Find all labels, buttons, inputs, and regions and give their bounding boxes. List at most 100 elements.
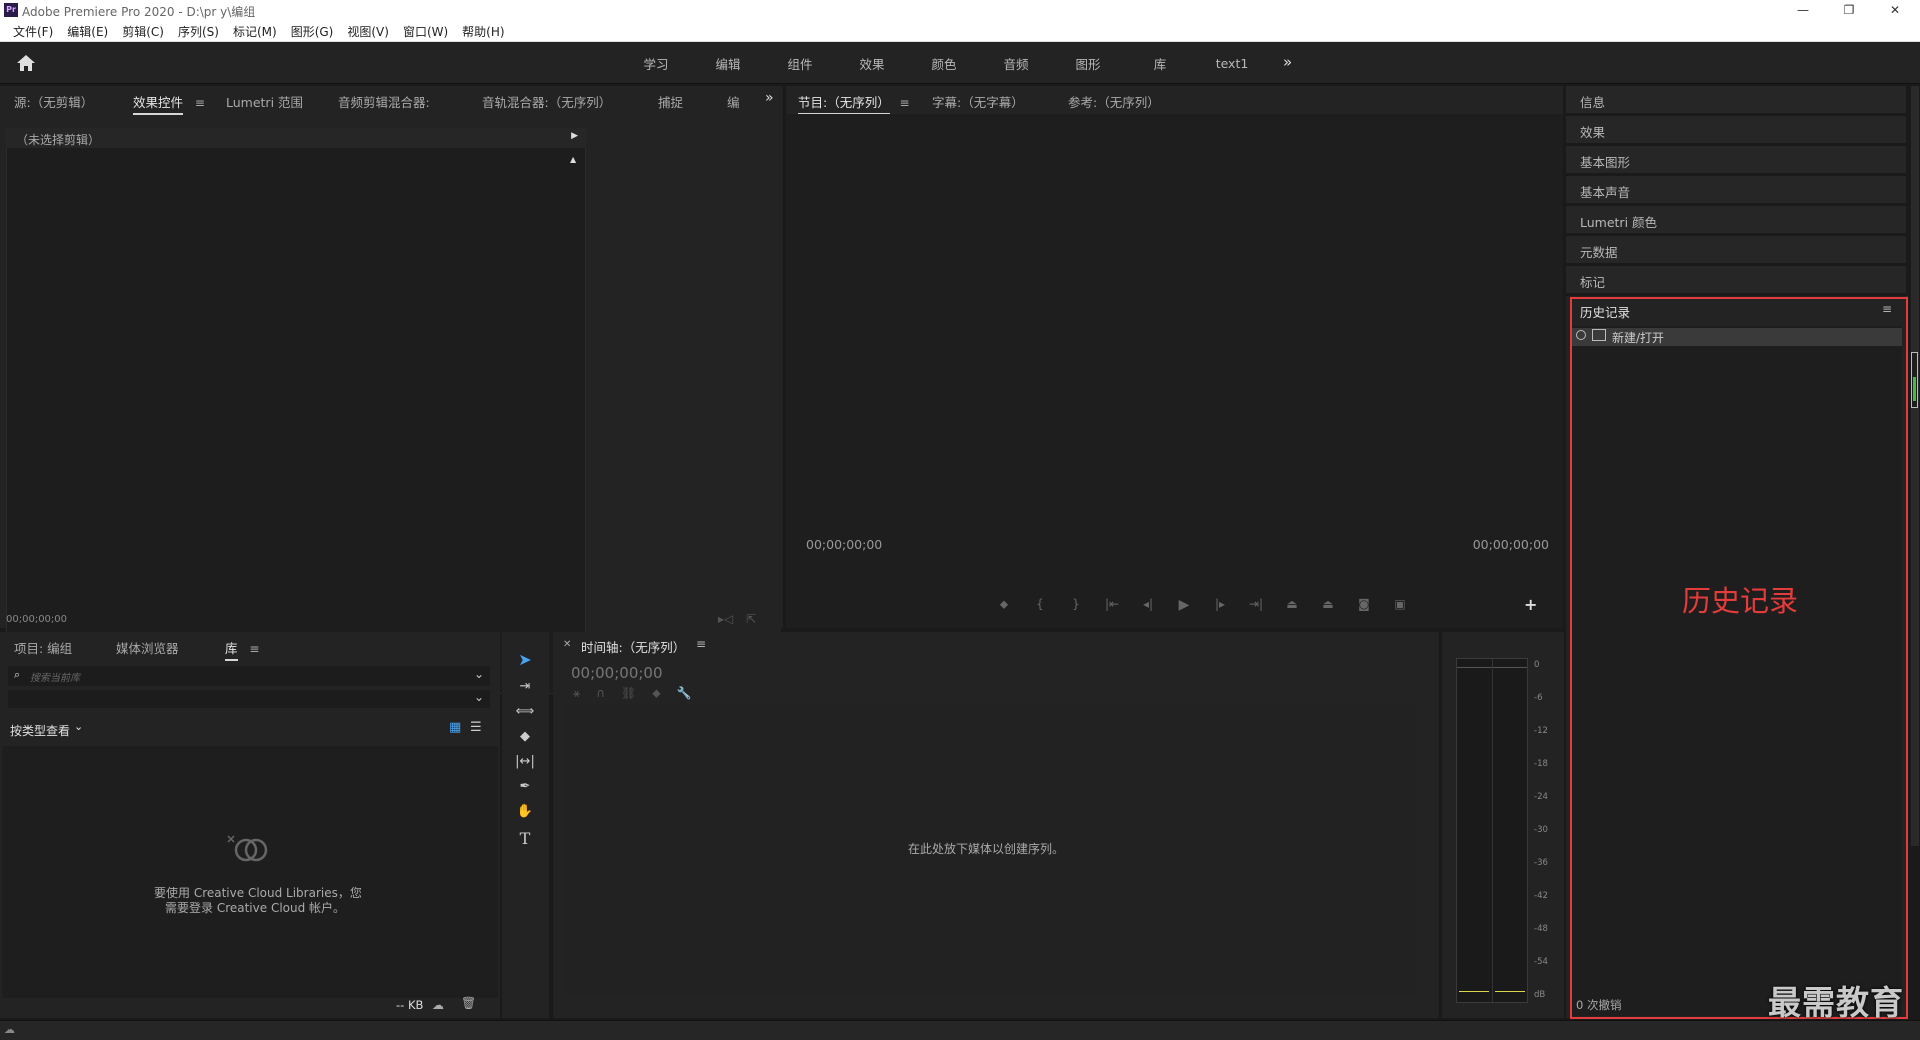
lumetri-scopes-tab[interactable]: Lumetri 范围 [226, 92, 303, 111]
search-placeholder: 搜索当前库 [30, 673, 80, 684]
workspace-tab-8[interactable]: text1 [1196, 56, 1268, 71]
workspace-tab-5[interactable]: 音频 [980, 54, 1052, 73]
snap-icon[interactable]: ∩ [596, 686, 605, 701]
capture-tab[interactable]: 捕捉 [658, 92, 683, 111]
menu-item-6[interactable]: 视图(V) [340, 23, 396, 40]
program-timecode-left[interactable]: 00;00;00;00 [806, 537, 882, 552]
program-tab[interactable]: 节目:（无序列） ≡ [798, 92, 910, 115]
scroll-up-icon[interactable]: ▲ [570, 155, 576, 164]
linked-selection-icon[interactable]: ⛓ [621, 686, 636, 701]
library-search-field[interactable]: ⌕ 搜索当前库 ⌄ [8, 666, 490, 686]
track-select-tool-icon[interactable]: ⇥ [520, 679, 531, 694]
step-forward-icon[interactable]: |▸ [1202, 597, 1238, 613]
panel-menu-icon[interactable]: ≡ [900, 96, 910, 110]
type-tool-icon[interactable]: T [520, 829, 531, 848]
program-video-area [786, 114, 1563, 628]
chevron-down-icon[interactable]: ⌄ [474, 690, 484, 704]
button-editor-add-icon[interactable]: + [1524, 595, 1537, 614]
captions-tab[interactable]: 字幕:（无字幕） [932, 92, 1024, 111]
workspace-tab-7[interactable]: 库 [1124, 54, 1196, 73]
export-icon[interactable]: ⇱ [746, 612, 756, 626]
lift-icon[interactable]: ⏏ [1274, 597, 1310, 613]
ripple-edit-tool-icon[interactable]: ⟺ [516, 704, 535, 719]
reference-tab[interactable]: 参考:（无序列） [1068, 92, 1160, 111]
panel-overflow-button[interactable]: » [765, 90, 774, 106]
panel-scrollbar[interactable] [1911, 86, 1919, 846]
cloud-sync-icon[interactable]: ☁ [432, 998, 444, 1012]
chevron-down-icon[interactable]: ⌄ [474, 667, 484, 681]
metadata-panel-tab[interactable]: 元数据 [1566, 236, 1906, 264]
workspace-tab-4[interactable]: 颜色 [908, 54, 980, 73]
menu-item-0[interactable]: 文件(F) [6, 23, 60, 40]
info-panel-tab[interactable]: 信息 [1566, 86, 1906, 114]
go-to-in-icon[interactable]: |⇤ [1094, 597, 1130, 613]
mark-in-icon[interactable]: { [1022, 597, 1058, 613]
restore-button[interactable]: ❐ [1826, 0, 1872, 20]
panel-menu-icon[interactable]: ≡ [195, 96, 205, 110]
timeline-timecode[interactable]: 00;00;00;00 [571, 664, 663, 682]
project-tab[interactable]: 项目: 编组 [14, 638, 72, 657]
workspace-tab-2[interactable]: 组件 [764, 54, 836, 73]
pen-tool-icon[interactable]: ✒ [520, 779, 531, 794]
menu-item-7[interactable]: 窗口(W) [396, 23, 455, 40]
play-audio-icon[interactable]: ▸◁ [718, 612, 733, 626]
menu-item-1[interactable]: 编辑(E) [60, 23, 115, 40]
export-frame-icon[interactable]: ◙ [1346, 597, 1382, 613]
add-marker-icon[interactable]: ⬥ [652, 686, 660, 701]
workspace-tab-3[interactable]: 效果 [836, 54, 908, 73]
workspace-tab-0[interactable]: 学习 [620, 54, 692, 73]
minimize-button[interactable]: — [1780, 0, 1826, 20]
comparison-view-icon[interactable]: ▣ [1382, 597, 1418, 613]
essential-graphics-panel-tab[interactable]: 基本图形 [1566, 146, 1906, 174]
grid-view-icon[interactable]: ▦ [449, 720, 461, 735]
list-view-icon[interactable]: ☰ [470, 720, 482, 735]
lumetri-color-panel-tab[interactable]: Lumetri 颜色 [1566, 206, 1906, 234]
scroll-thumb[interactable] [1911, 352, 1918, 408]
markers-panel-tab[interactable]: 标记 [1566, 266, 1906, 294]
audio-clip-mixer-tab[interactable]: 音频剪辑混合器: [338, 92, 430, 111]
slip-tool-icon[interactable]: |↔| [515, 754, 535, 769]
razor-tool-icon[interactable]: ◆ [520, 729, 530, 744]
audio-track-mixer-tab[interactable]: 音轨混合器:（无序列） [482, 92, 611, 111]
timeline-toolbar: ⚹ ∩ ⛓ ⬥ 🔧 [573, 686, 692, 701]
nest-icon[interactable]: ⚹ [573, 686, 580, 701]
play-icon[interactable]: ▶ [1166, 597, 1202, 613]
effects-panel-tab[interactable]: 效果 [1566, 116, 1906, 144]
drop-media-hint: 在此处放下媒体以创建序列。 [908, 842, 1065, 856]
workspaces-overflow-button[interactable]: » [1283, 53, 1292, 71]
panel-menu-icon[interactable]: ≡ [249, 642, 259, 656]
menu-item-4[interactable]: 标记(M) [226, 23, 284, 40]
chevron-down-icon[interactable]: ⌄ [74, 720, 83, 733]
extract-icon[interactable]: ⏏ [1310, 597, 1346, 613]
menu-item-3[interactable]: 序列(S) [171, 23, 226, 40]
view-by-type-dropdown[interactable]: 按类型查看 [10, 722, 70, 739]
add-marker-icon[interactable]: ⬥ [986, 597, 1022, 613]
essential-sound-panel-tab[interactable]: 基本声音 [1566, 176, 1906, 204]
panel-menu-icon[interactable]: ≡ [696, 637, 706, 651]
edit-tab[interactable]: 编 [727, 92, 740, 111]
trash-icon[interactable]: 🗑 [461, 996, 476, 1010]
selection-tool-icon[interactable]: ➤ [518, 650, 531, 669]
effect-controls-tab[interactable]: 效果控件 ≡ [133, 92, 205, 115]
menu-item-8[interactable]: 帮助(H) [455, 23, 511, 40]
hand-tool-icon[interactable]: ✋ [517, 804, 533, 819]
mark-out-icon[interactable]: } [1058, 597, 1094, 613]
close-icon[interactable]: ✕ [563, 639, 571, 650]
workspace-tab-1[interactable]: 编辑 [692, 54, 764, 73]
audio-meters-panel: 0 -6 -12 -18 -24 -30 -36 -42 -48 -54 dB [1442, 632, 1564, 1018]
libraries-tab[interactable]: 库 ≡ [225, 638, 259, 661]
meter-scale-label: -12 [1534, 726, 1548, 736]
source-tab[interactable]: 源:（无剪辑） [14, 92, 93, 111]
close-button[interactable]: ✕ [1872, 0, 1918, 20]
workspace-tab-6[interactable]: 图形 [1052, 54, 1124, 73]
wrench-icon[interactable]: 🔧 [677, 686, 692, 701]
menu-item-5[interactable]: 图形(G) [284, 23, 341, 40]
go-to-out-icon[interactable]: ⇥| [1238, 597, 1274, 613]
media-browser-tab[interactable]: 媒体浏览器 [116, 638, 179, 657]
expand-arrow-icon[interactable]: ▶ [571, 131, 578, 141]
library-selector[interactable]: ⌄ [8, 690, 490, 708]
step-back-icon[interactable]: ◂| [1130, 597, 1166, 613]
status-bar: ☁ [0, 1020, 1920, 1040]
menu-item-2[interactable]: 剪辑(C) [115, 23, 171, 40]
home-icon[interactable] [16, 54, 36, 72]
